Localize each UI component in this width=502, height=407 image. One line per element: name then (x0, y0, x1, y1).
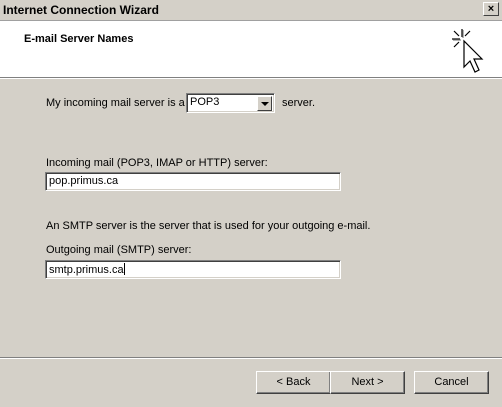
wizard-window: Internet Connection Wizard × E-mail Serv… (0, 0, 502, 407)
chevron-down-icon (261, 102, 269, 106)
dropdown-button[interactable] (257, 96, 272, 111)
incoming-type-label: My incoming mail server is a (46, 97, 185, 109)
incoming-server-type-value: POP3 (190, 96, 220, 108)
incoming-type-prefix: My incoming mail server is a (46, 97, 185, 109)
incoming-server-type-select[interactable]: POP3 (186, 93, 275, 113)
incoming-server-field[interactable]: pop.primus.ca (45, 172, 341, 191)
header-divider (0, 78, 502, 79)
incoming-type-suffix: server. (282, 97, 316, 109)
incoming-server-label: Incoming mail (POP3, IMAP or HTTP) serve… (46, 157, 268, 169)
back-button[interactable]: < Back (256, 371, 331, 394)
outgoing-server-field[interactable]: smtp.primus.ca (45, 260, 341, 279)
title-bar: Internet Connection Wizard × (0, 0, 502, 21)
text-caret (123, 263, 125, 275)
smtp-description: An SMTP server is the server that is use… (46, 220, 371, 232)
next-button[interactable]: Next > (330, 371, 405, 394)
outgoing-server-value: smtp.primus.ca (49, 264, 124, 276)
page-title: E-mail Server Names (24, 33, 134, 45)
wizard-cursor-icon (452, 29, 484, 73)
incoming-server-value: pop.primus.ca (49, 175, 119, 187)
close-button[interactable]: × (483, 2, 499, 16)
wizard-header: E-mail Server Names (0, 21, 502, 78)
footer-divider-highlight (0, 358, 502, 359)
close-icon: × (487, 3, 495, 15)
outgoing-server-label: Outgoing mail (SMTP) server: (46, 244, 192, 256)
window-title: Internet Connection Wizard (3, 3, 159, 17)
cancel-button[interactable]: Cancel (414, 371, 489, 394)
